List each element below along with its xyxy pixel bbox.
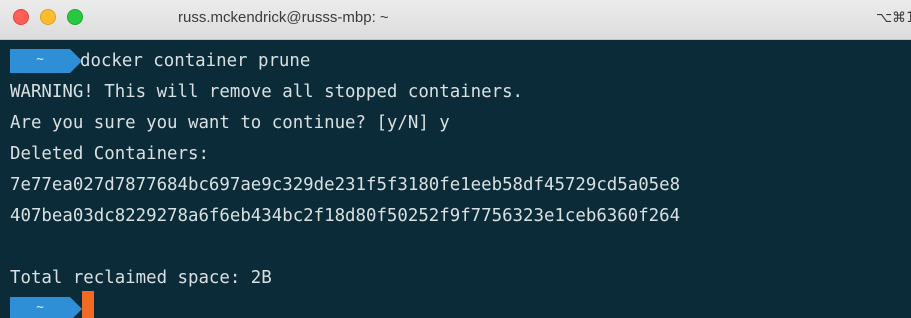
terminal-window: russ.mckendrick@russs-mbp: ~ ⌥⌘1 ~ docke… bbox=[0, 0, 911, 318]
container-id-line: 407bea03dc8229278a6f6eb434bc2f18d80f5025… bbox=[10, 206, 681, 226]
output-line: Deleted Containers: bbox=[10, 144, 209, 164]
prompt-segment: ~ bbox=[10, 49, 82, 73]
title-bar[interactable]: russ.mckendrick@russs-mbp: ~ ⌥⌘1 bbox=[0, 0, 911, 40]
maximize-window-button[interactable] bbox=[67, 9, 83, 25]
reclaimed-space-line: Total reclaimed space: 2B bbox=[10, 268, 272, 288]
window-title: russ.mckendrick@russs-mbp: ~ bbox=[178, 9, 389, 26]
prompt-directory: ~ bbox=[36, 52, 44, 67]
output-line: WARNING! This will remove all stopped co… bbox=[10, 82, 524, 102]
terminal-output[interactable]: ~ docker container prune WARNING! This w… bbox=[0, 40, 911, 318]
output-line: Are you sure you want to continue? [y/N]… bbox=[10, 113, 450, 133]
close-window-button[interactable] bbox=[13, 9, 29, 25]
prompt-directory: ~ bbox=[36, 300, 44, 315]
minimize-window-button[interactable] bbox=[40, 9, 56, 25]
text-cursor bbox=[82, 291, 94, 318]
container-id-line: 7e77ea027d7877684bc697ae9c329de231f5f318… bbox=[10, 175, 681, 195]
prompt-segment: ~ bbox=[10, 297, 82, 318]
command-line: docker container prune bbox=[80, 51, 311, 71]
window-shortcut: ⌥⌘1 bbox=[875, 10, 911, 26]
